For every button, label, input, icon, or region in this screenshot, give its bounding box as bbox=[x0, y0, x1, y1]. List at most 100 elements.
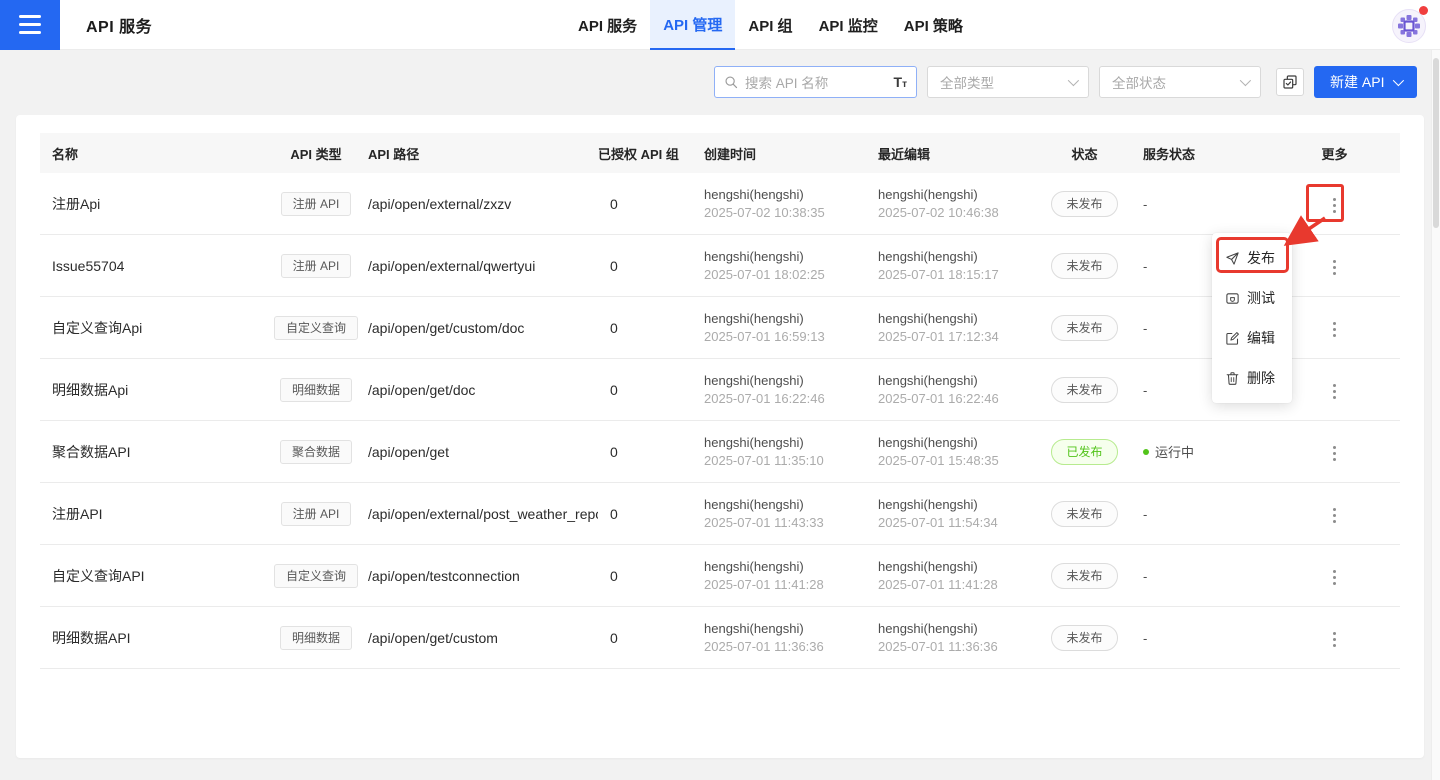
scrollbar[interactable] bbox=[1431, 50, 1440, 780]
menu-item-test[interactable]: 测试 bbox=[1212, 278, 1292, 318]
batch-select-button[interactable] bbox=[1276, 68, 1304, 96]
chevron-down-icon bbox=[1393, 75, 1404, 86]
cell-api-path: /api/open/external/zxzv bbox=[368, 196, 598, 212]
cell-api-name: 明细数据API bbox=[40, 628, 270, 648]
status-badge: 未发布 bbox=[1051, 501, 1117, 527]
cell-created: hengshi(hengshi) 2025-07-01 16:22:46 bbox=[704, 372, 878, 408]
cell-authorized-groups: 0 bbox=[598, 444, 704, 460]
row-actions-kebab-icon[interactable] bbox=[1327, 316, 1342, 343]
menu-item-edit[interactable]: 编辑 bbox=[1212, 318, 1292, 358]
cell-status: 未发布 bbox=[1040, 377, 1135, 403]
row-actions-kebab-icon[interactable] bbox=[1327, 626, 1342, 653]
tab-api-policy[interactable]: API 策略 bbox=[891, 0, 976, 50]
table-row: 聚合数据API 聚合数据 /api/open/get 0 hengshi(hen… bbox=[40, 421, 1400, 483]
search-icon bbox=[724, 75, 738, 89]
cell-service-status: - bbox=[1135, 196, 1275, 212]
cell-api-path: /api/open/external/qwertyui bbox=[368, 258, 598, 274]
status-badge: 已发布 bbox=[1051, 439, 1117, 465]
col-header-status: 状态 bbox=[1040, 144, 1135, 163]
status-badge: 未发布 bbox=[1051, 625, 1117, 651]
cell-status: 未发布 bbox=[1040, 191, 1135, 217]
cell-service-status: - bbox=[1135, 568, 1275, 584]
type-tag: 注册 API bbox=[281, 254, 352, 278]
table-body: 注册Api 注册 API /api/open/external/zxzv 0 h… bbox=[40, 173, 1400, 669]
cell-created: hengshi(hengshi) 2025-07-01 18:02:25 bbox=[704, 248, 878, 284]
type-tag: 明细数据 bbox=[280, 378, 352, 402]
col-header-name: 名称 bbox=[40, 144, 270, 163]
menu-item-delete[interactable]: 删除 bbox=[1212, 358, 1292, 398]
cell-api-path: /api/open/get/doc bbox=[368, 382, 598, 398]
cell-api-type: 注册 API bbox=[270, 502, 368, 526]
cell-edited: hengshi(hengshi) 2025-07-01 17:12:34 bbox=[878, 310, 1040, 346]
edit-icon bbox=[1225, 331, 1240, 346]
cell-service-status: 运行中 bbox=[1135, 442, 1275, 462]
cell-edited: hengshi(hengshi) 2025-07-01 18:15:17 bbox=[878, 248, 1040, 284]
avatar[interactable] bbox=[1391, 8, 1427, 44]
status-badge: 未发布 bbox=[1051, 563, 1117, 589]
status-badge: 未发布 bbox=[1051, 191, 1117, 217]
cell-api-name: Issue55704 bbox=[40, 258, 270, 274]
page-title: API 服务 bbox=[86, 13, 152, 37]
table-row: 明细数据API 明细数据 /api/open/get/custom 0 heng… bbox=[40, 607, 1400, 669]
table-row: Issue55704 注册 API /api/open/external/qwe… bbox=[40, 235, 1400, 297]
cell-created: hengshi(hengshi) 2025-07-01 11:35:10 bbox=[704, 434, 878, 470]
table-row: 自定义查询API 自定义查询 /api/open/testconnection … bbox=[40, 545, 1400, 607]
table-header-row: 名称 API 类型 API 路径 已授权 API 组 创建时间 最近编辑 状态 … bbox=[40, 133, 1400, 173]
cell-status: 未发布 bbox=[1040, 563, 1135, 589]
cell-authorized-groups: 0 bbox=[598, 630, 704, 646]
running-dot-icon bbox=[1143, 449, 1149, 455]
row-actions-kebab-icon[interactable] bbox=[1327, 502, 1342, 529]
chevron-down-icon bbox=[1240, 75, 1251, 86]
cell-authorized-groups: 0 bbox=[598, 568, 704, 584]
row-actions-kebab-icon[interactable] bbox=[1327, 378, 1342, 405]
search-placeholder: 搜索 API 名称 bbox=[745, 72, 887, 92]
create-api-button[interactable]: 新建 API bbox=[1314, 66, 1417, 98]
cell-authorized-groups: 0 bbox=[598, 196, 704, 212]
type-tag: 聚合数据 bbox=[280, 440, 352, 464]
status-filter-select[interactable]: 全部状态 bbox=[1099, 66, 1261, 98]
cell-created: hengshi(hengshi) 2025-07-01 11:36:36 bbox=[704, 620, 878, 656]
search-input[interactable]: 搜索 API 名称 Tт bbox=[714, 66, 917, 98]
cell-api-path: /api/open/testconnection bbox=[368, 568, 598, 584]
scrollbar-thumb[interactable] bbox=[1433, 58, 1439, 228]
col-header-created: 创建时间 bbox=[704, 144, 878, 163]
row-actions-kebab-icon[interactable] bbox=[1327, 440, 1342, 467]
cell-authorized-groups: 0 bbox=[598, 258, 704, 274]
cell-created: hengshi(hengshi) 2025-07-01 11:43:33 bbox=[704, 496, 878, 532]
cell-created: hengshi(hengshi) 2025-07-01 11:41:28 bbox=[704, 558, 878, 594]
cell-status: 未发布 bbox=[1040, 315, 1135, 341]
cell-edited: hengshi(hengshi) 2025-07-01 11:36:36 bbox=[878, 620, 1040, 656]
cell-status: 未发布 bbox=[1040, 501, 1135, 527]
cell-service-status: - bbox=[1135, 506, 1275, 522]
send-icon bbox=[1225, 251, 1240, 266]
tab-api-monitor[interactable]: API 监控 bbox=[806, 0, 891, 50]
service-status: 运行中 bbox=[1143, 442, 1194, 461]
cell-status: 已发布 bbox=[1040, 439, 1135, 465]
cell-created: hengshi(hengshi) 2025-07-02 10:38:35 bbox=[704, 186, 878, 222]
tab-api-service[interactable]: API 服务 bbox=[565, 0, 650, 50]
cell-authorized-groups: 0 bbox=[598, 506, 704, 522]
cell-status: 未发布 bbox=[1040, 253, 1135, 279]
tab-api-group[interactable]: API 组 bbox=[735, 0, 805, 50]
type-filter-select[interactable]: 全部类型 bbox=[927, 66, 1089, 98]
row-actions-kebab-icon[interactable] bbox=[1327, 192, 1342, 219]
table-row: 注册Api 注册 API /api/open/external/zxzv 0 h… bbox=[40, 173, 1400, 235]
cell-api-path: /api/open/get/custom/doc bbox=[368, 320, 598, 336]
row-actions-kebab-icon[interactable] bbox=[1327, 254, 1342, 281]
service-status: - bbox=[1143, 259, 1147, 274]
row-actions-kebab-icon[interactable] bbox=[1327, 564, 1342, 591]
hamburger-menu-button[interactable] bbox=[0, 0, 60, 50]
table-row: 自定义查询Api 自定义查询 /api/open/get/custom/doc … bbox=[40, 297, 1400, 359]
cell-api-type: 明细数据 bbox=[270, 378, 368, 402]
cell-more bbox=[1275, 498, 1400, 529]
cell-api-name: 自定义查询Api bbox=[40, 318, 270, 338]
menu-item-publish[interactable]: 发布 bbox=[1212, 238, 1292, 278]
service-status: - bbox=[1143, 383, 1147, 398]
case-sensitive-toggle-icon[interactable]: Tт bbox=[894, 74, 907, 90]
tab-api-management[interactable]: API 管理 bbox=[650, 0, 735, 50]
cell-authorized-groups: 0 bbox=[598, 320, 704, 336]
cell-edited: hengshi(hengshi) 2025-07-02 10:46:38 bbox=[878, 186, 1040, 222]
status-badge: 未发布 bbox=[1051, 253, 1117, 279]
api-table-card: 名称 API 类型 API 路径 已授权 API 组 创建时间 最近编辑 状态 … bbox=[16, 115, 1424, 758]
type-tag: 明细数据 bbox=[280, 626, 352, 650]
